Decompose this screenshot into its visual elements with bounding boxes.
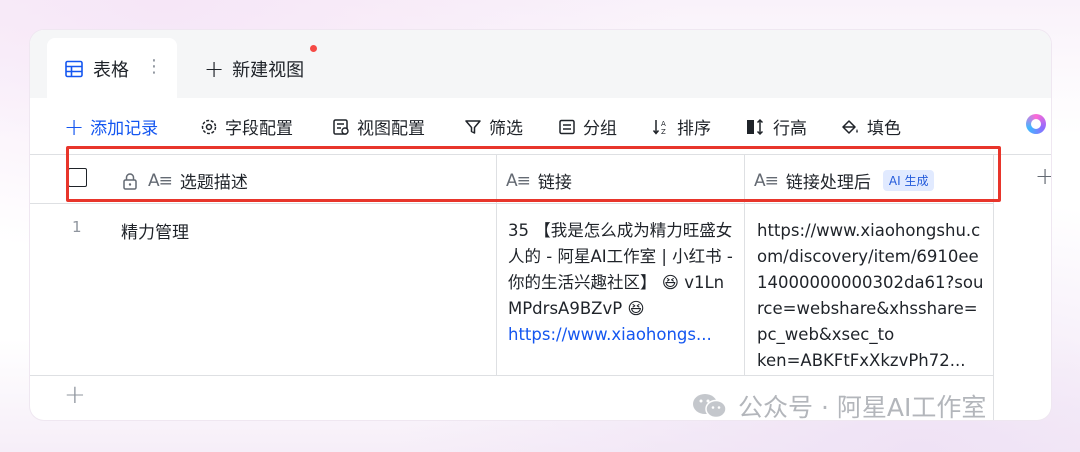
cell-link-url[interactable]: https://www.xiaohongs... bbox=[508, 322, 736, 348]
view-config-icon bbox=[333, 118, 349, 135]
svg-text:A: A bbox=[661, 120, 666, 128]
notification-dot bbox=[310, 45, 317, 52]
sort-label: 排序 bbox=[677, 119, 711, 139]
row-height-icon bbox=[747, 118, 764, 135]
tab-more-icon[interactable]: ⋮ bbox=[145, 56, 163, 77]
sort-button[interactable]: A Z 排序 bbox=[652, 114, 711, 139]
cell-processed-last-line: ken=ABKFtFxXkzvPh72... bbox=[757, 351, 966, 370]
cell-link[interactable]: 35 【我是怎么成为精力旺盛女人的 - 阿星AI工作室 | 小红书 - 你的生活… bbox=[508, 218, 738, 348]
wechat-icon bbox=[693, 394, 727, 419]
tab-table[interactable]: 表格 ⋮ bbox=[47, 38, 177, 98]
row-height-label: 行高 bbox=[773, 119, 807, 139]
row-bottom-border bbox=[30, 375, 993, 376]
sort-icon: A Z bbox=[652, 119, 666, 136]
tab-table-label: 表格 bbox=[93, 60, 129, 81]
cell-link-text: 35 【我是怎么成为精力旺盛女人的 - 阿星AI工作室 | 小红书 - 你的生活… bbox=[508, 221, 733, 318]
view-tab-bar: 表格 ⋮ + 新建视图 bbox=[30, 30, 1051, 98]
field-config-button[interactable]: 字段配置 bbox=[200, 114, 293, 139]
add-record-label: 添加记录 bbox=[90, 119, 159, 139]
gear-icon bbox=[201, 119, 217, 134]
ai-assistant-icon[interactable] bbox=[1026, 114, 1046, 134]
cell-processed[interactable]: https://www.xiaohongshu.com/discovery/it… bbox=[757, 218, 987, 374]
fill-color-label: 填色 bbox=[867, 119, 901, 139]
plus-icon: + bbox=[64, 112, 85, 141]
highlight-box bbox=[66, 146, 1001, 202]
add-column-button[interactable]: + bbox=[1035, 162, 1051, 190]
group-button[interactable]: 分组 bbox=[558, 114, 617, 139]
filter-button[interactable]: 筛选 bbox=[464, 114, 523, 139]
toolbar: + 添加记录 字段配置 视图配置 筛选 分组 A Z 排序 行高 填色 bbox=[30, 110, 1051, 144]
filter-icon bbox=[465, 119, 481, 134]
new-view-button[interactable]: + 新建视图 bbox=[204, 56, 304, 82]
filter-label: 筛选 bbox=[489, 119, 523, 139]
watermark: 公众号 · 阿星AI工作室 bbox=[692, 388, 986, 424]
cell-topic[interactable]: 精力管理 bbox=[121, 218, 189, 243]
view-config-button[interactable]: 视图配置 bbox=[332, 114, 425, 139]
new-view-label: 新建视图 bbox=[232, 60, 305, 81]
field-config-label: 字段配置 bbox=[225, 119, 293, 139]
svg-text:Z: Z bbox=[661, 128, 666, 136]
cell-processed-text: https://www.xiaohongshu.com/discovery/it… bbox=[757, 221, 984, 344]
group-icon bbox=[559, 119, 575, 134]
add-row-button[interactable]: + bbox=[64, 380, 86, 410]
plus-icon: + bbox=[204, 55, 225, 83]
grid-table-icon bbox=[65, 60, 83, 78]
row-index: 1 bbox=[72, 218, 82, 236]
group-label: 分组 bbox=[583, 119, 617, 139]
watermark-text: 公众号 · 阿星AI工作室 bbox=[738, 393, 987, 422]
header-bottom-border bbox=[30, 203, 993, 204]
fill-color-button[interactable]: 填色 bbox=[840, 114, 901, 139]
add-record-button[interactable]: + 添加记录 bbox=[64, 112, 159, 141]
row-height-button[interactable]: 行高 bbox=[746, 114, 807, 139]
paint-bucket-icon bbox=[842, 119, 858, 134]
view-config-label: 视图配置 bbox=[357, 119, 425, 139]
table-view-card: 表格 ⋮ + 新建视图 + 添加记录 字段配置 视图配置 筛选 分组 A Z 排… bbox=[30, 30, 1051, 420]
